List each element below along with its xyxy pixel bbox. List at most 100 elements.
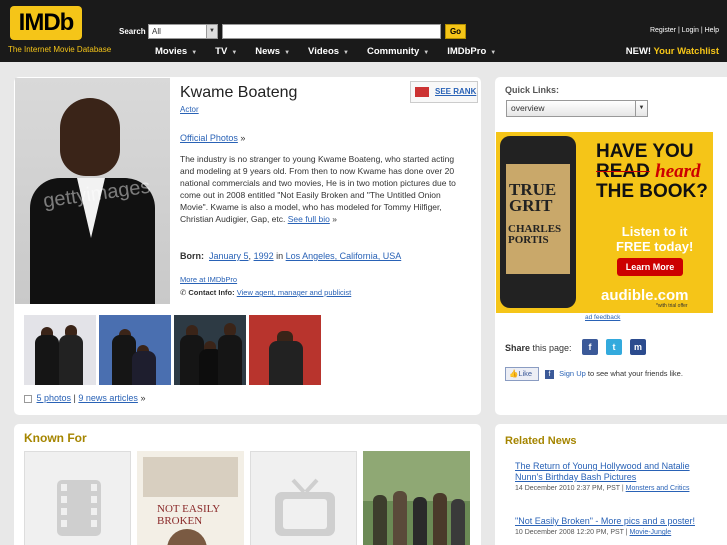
myspace-share-icon[interactable]: m [630, 339, 646, 355]
ad-book-title: TRUE GRIT [509, 180, 557, 215]
bio-text: The industry is no stranger to young Kwa… [180, 154, 456, 225]
see-rank-button[interactable]: SEE RANK [410, 81, 478, 103]
actor-headshot[interactable]: gettyimages [15, 78, 170, 304]
actor-role-link[interactable]: Actor [180, 105, 199, 114]
photo-person [451, 499, 465, 545]
photo-person [373, 495, 387, 545]
chevron-down-icon: ▼ [206, 25, 217, 38]
main-nav: Movies ▼ TV ▼ News ▼ Videos ▼ Community ▼ IMD… [155, 46, 514, 57]
actor-name: Kwame Boateng [180, 84, 298, 101]
thumbs-up-icon: 👍 [509, 369, 519, 378]
caret-down-icon: ▼ [231, 50, 238, 56]
grid-icon [24, 394, 32, 403]
search-label: Search [119, 27, 146, 36]
facebook-share-icon[interactable]: f [582, 339, 598, 355]
photo-thumbnail[interactable] [174, 315, 246, 385]
known-for-placeholder-film[interactable] [24, 451, 131, 545]
born-place-link[interactable]: Los Angeles, California, USA [286, 251, 402, 261]
official-photos-link[interactable]: Official Photos [180, 133, 238, 143]
known-for-title: Known For [24, 431, 87, 445]
search-scope-select[interactable]: All ▼ [148, 24, 218, 39]
audible-logo: audible.com [601, 287, 689, 304]
raquo-icon: » [332, 214, 337, 225]
raquo-icon: » [140, 393, 146, 403]
ad-feedback-link[interactable]: ad feedback [585, 314, 620, 321]
known-for-panel: Known For NOT EASILY BROKEN [14, 424, 481, 545]
headshot-face [60, 98, 120, 176]
ad-headline: HAVE YOU READ heard THE BOOK? [596, 141, 708, 202]
known-for-poster[interactable]: NOT EASILY BROKEN [137, 451, 244, 545]
news-headline-link[interactable]: The Return of Young Hollywood and Natali… [515, 461, 705, 483]
phone-icon: ✆ [180, 288, 187, 297]
twitter-share-icon[interactable]: t [606, 339, 622, 355]
photo-person [433, 493, 447, 545]
photo-thumbnail[interactable] [24, 315, 96, 385]
news-headline-link[interactable]: "Not Easily Broken" - More pics and a po… [515, 516, 705, 527]
see-full-bio-link[interactable]: See full bio [288, 214, 330, 224]
signup-link[interactable]: Sign Up [559, 369, 586, 378]
more-imdbpro-link[interactable]: More at IMDbPro [180, 275, 237, 284]
photo-thumbnail[interactable] [99, 315, 171, 385]
caret-down-icon: ▼ [343, 50, 349, 56]
nav-tv[interactable]: TV ▼ [215, 46, 237, 57]
contact-info: ✆ Contact Info: View agent, manager and … [180, 288, 351, 297]
photo-thumbnail[interactable] [249, 315, 321, 385]
chevron-down-icon: ▼ [635, 101, 647, 116]
share-label: Share this page: [505, 343, 572, 353]
quick-links-label: Quick Links: [505, 85, 560, 95]
news-source-link[interactable]: Movie-Jungle [630, 529, 672, 536]
site-header: IMDb The Internet Movie Database Search … [0, 0, 727, 62]
register-link[interactable]: Register [650, 27, 676, 34]
help-link[interactable]: Help [705, 27, 719, 34]
site-tagline: The Internet Movie Database [8, 45, 112, 54]
news-meta: 10 December 2008 12:20 PM, PST | Movie-J… [515, 529, 672, 536]
related-news-panel: Related News The Return of Young Hollywo… [495, 424, 727, 545]
caret-down-icon: ▼ [490, 50, 497, 56]
user-links: Register | Login | Help [649, 27, 719, 34]
news-count-link[interactable]: 9 news articles [78, 393, 138, 403]
nav-news[interactable]: News ▼ [255, 46, 290, 57]
known-for-placeholder-tv[interactable] [250, 451, 357, 545]
starmeter-icon [415, 87, 429, 97]
quick-links-select[interactable]: overview ▼ [506, 100, 648, 117]
facebook-icon: f [545, 370, 554, 379]
news-source-link[interactable]: Monsters and Critics [626, 485, 690, 492]
learn-more-button[interactable]: Learn More [617, 258, 683, 276]
ad-offer: Listen to it FREE today! [616, 224, 694, 254]
nav-imdbpro[interactable]: IMDbPro ▼ [447, 46, 496, 57]
imdb-logo[interactable]: IMDb [10, 6, 82, 40]
born-date-link[interactable]: January 5 [209, 251, 249, 261]
poster-figure [167, 529, 207, 545]
photo-thumbnails [24, 315, 321, 385]
caret-down-icon: ▼ [191, 50, 198, 56]
audible-ad[interactable]: TRUE GRIT CHARLES PORTIS HAVE YOU READ h… [496, 132, 713, 313]
nav-movies[interactable]: Movies ▼ [155, 46, 197, 57]
related-news-title: Related News [505, 435, 577, 447]
photo-person [413, 497, 427, 545]
nav-videos[interactable]: Videos ▼ [308, 46, 349, 57]
photo-links: 5 photos | 9 news articles » [24, 393, 145, 403]
search-input[interactable] [222, 24, 441, 39]
photo-trees [363, 451, 470, 501]
search-scope-value: All [152, 27, 161, 36]
new-badge: NEW! [625, 46, 652, 57]
photos-count-link[interactable]: 5 photos [37, 393, 72, 403]
official-photos: Official Photos » [180, 133, 245, 143]
poster-cast [143, 457, 238, 497]
news-meta: 14 December 2010 2:37 PM, PST | Monsters… [515, 485, 690, 492]
tv-icon [275, 478, 335, 536]
quick-links-value: overview [511, 103, 545, 113]
profile-panel: gettyimages Kwame Boateng Actor SEE RANK… [14, 77, 481, 415]
born-year-link[interactable]: 1992 [254, 251, 274, 261]
watchlist-link[interactable]: NEW! Your Watchlist [626, 46, 719, 57]
nav-community[interactable]: Community ▼ [367, 46, 429, 57]
go-button[interactable]: Go [445, 24, 466, 39]
like-button[interactable]: 👍Like [505, 367, 539, 381]
watchlist-label: Your Watchlist [653, 46, 719, 57]
login-link[interactable]: Login [682, 27, 699, 34]
photo-person [393, 491, 407, 545]
film-strip-icon [57, 480, 101, 536]
contact-link[interactable]: View agent, manager and publicist [237, 288, 352, 297]
known-for-photo[interactable] [363, 451, 470, 545]
ad-fine-print: *with trial offer [656, 303, 688, 309]
